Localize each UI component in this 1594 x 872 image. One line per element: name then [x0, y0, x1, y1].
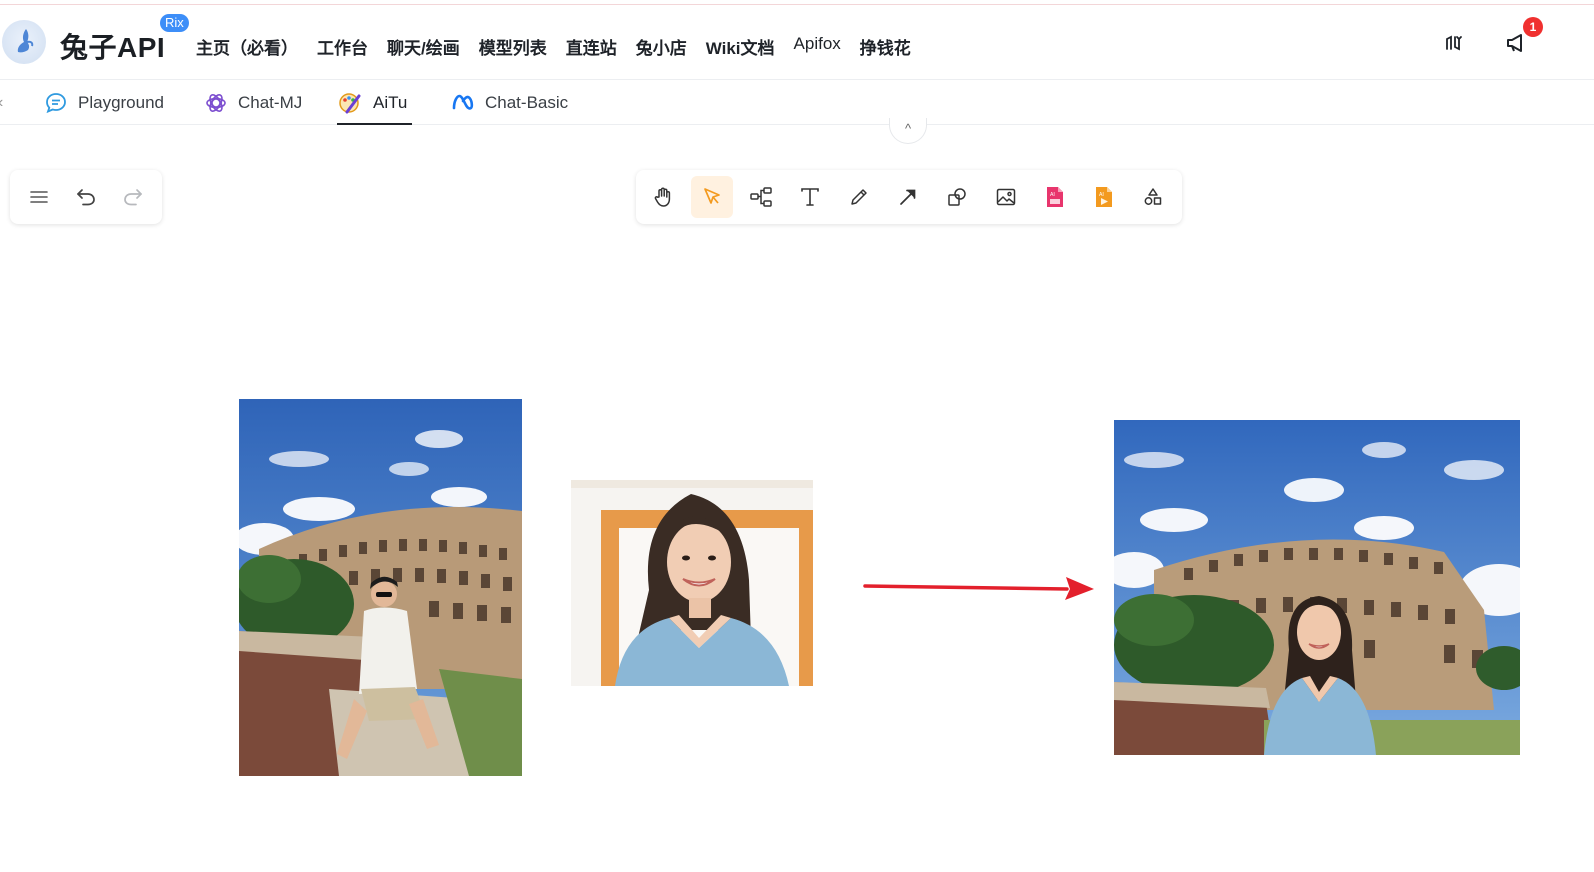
menu-icon[interactable]	[18, 176, 60, 218]
main-nav: 主页（必看） 工作台 聊天/绘画 模型列表 直连站 兔小店 Wiki文档 Api…	[196, 34, 930, 59]
collapse-toolbar-button[interactable]: ^	[889, 118, 927, 144]
nav-direct[interactable]: 直连站	[566, 34, 617, 59]
tab-aitu[interactable]: AiTu	[337, 81, 413, 125]
mindmap-icon[interactable]	[740, 176, 782, 218]
meta-icon	[452, 94, 474, 110]
tab-chat-mj[interactable]: Chat-MJ	[204, 81, 302, 125]
nav-workbench[interactable]: 工作台	[317, 34, 368, 59]
tab-label: Chat-MJ	[238, 93, 303, 112]
hand-icon[interactable]	[642, 176, 684, 218]
nav-wiki[interactable]: Wiki文档	[706, 34, 775, 59]
chevron-up-icon: ^	[904, 121, 912, 136]
nav-models[interactable]: 模型列表	[479, 34, 547, 59]
site-header: 兔子API Rix 主页（必看） 工作台 聊天/绘画 模型列表 直连站 兔小店 …	[0, 6, 1594, 80]
brand-name[interactable]: 兔子API	[60, 26, 165, 66]
tab-playground[interactable]: Playground	[44, 81, 164, 125]
palette-icon	[339, 93, 361, 114]
ai-image-icon[interactable]: AI	[1034, 176, 1076, 218]
top-accent-line	[0, 4, 1594, 5]
openai-icon	[206, 94, 226, 112]
tab-chat-basic[interactable]: Chat-Basic	[451, 81, 568, 125]
drawing-toolbar: AI AI	[636, 170, 1182, 224]
text-icon[interactable]	[789, 176, 831, 218]
shapes-icon[interactable]	[936, 176, 978, 218]
logo-icon[interactable]	[2, 20, 46, 64]
red-arrow-annotation	[862, 572, 1098, 604]
nav-apifox[interactable]: Apifox	[794, 34, 841, 59]
undo-icon[interactable]	[65, 176, 107, 218]
more-shapes-icon[interactable]	[1132, 176, 1174, 218]
translate-icon[interactable]	[1443, 32, 1465, 54]
chevron-left-icon[interactable]: ‹	[0, 94, 3, 112]
image-icon[interactable]	[985, 176, 1027, 218]
colosseum-man-photo[interactable]	[239, 399, 522, 776]
brand-badge: Rix	[160, 14, 189, 32]
nav-chat-draw[interactable]: 聊天/绘画	[387, 34, 460, 59]
nav-home[interactable]: 主页（必看）	[196, 34, 298, 59]
nav-shop[interactable]: 兔小店	[636, 34, 687, 59]
ai-video-icon[interactable]: AI	[1083, 176, 1125, 218]
svg-text:AI: AI	[1050, 192, 1055, 198]
svg-text:AI: AI	[1099, 192, 1104, 198]
redo-icon[interactable]	[112, 176, 154, 218]
arrow-icon[interactable]	[887, 176, 929, 218]
notification-badge: 1	[1523, 17, 1543, 37]
woman-portrait-photo[interactable]	[571, 480, 813, 686]
app-tabs: ‹ Playground Chat-MJ AiTu Chat-Basic	[0, 81, 1594, 125]
pencil-icon[interactable]	[838, 176, 880, 218]
chat-bubble-icon	[46, 93, 66, 114]
tab-label: Playground	[78, 93, 165, 112]
tab-label: Chat-Basic	[485, 93, 569, 112]
pointer-icon[interactable]	[691, 176, 733, 218]
tab-label: AiTu	[373, 93, 408, 112]
nav-earn[interactable]: 挣钱花	[860, 34, 911, 59]
megaphone-icon[interactable]	[1505, 32, 1527, 54]
history-toolbar	[10, 170, 162, 224]
colosseum-woman-result-photo[interactable]	[1114, 420, 1520, 755]
